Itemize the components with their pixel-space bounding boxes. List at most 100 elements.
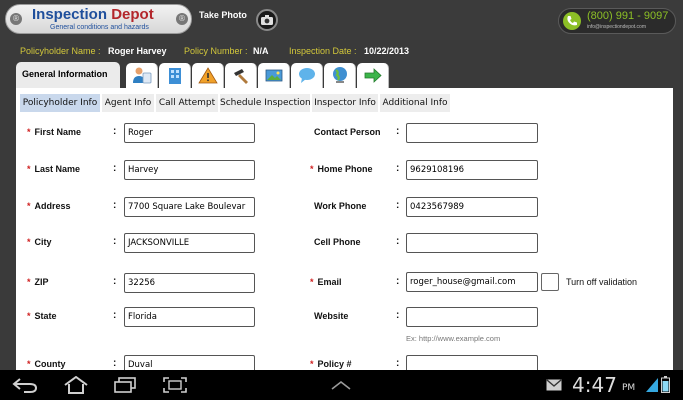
- tab-building[interactable]: [159, 63, 191, 88]
- zip-label: * ZIP: [27, 277, 49, 287]
- tab-chat[interactable]: [291, 63, 323, 88]
- person-icon: [133, 67, 152, 84]
- contact-person-colon: :: [396, 126, 400, 137]
- address-input[interactable]: 7700 Square Lake Boulevar: [124, 197, 255, 217]
- work-phone-label: Work Phone: [314, 201, 367, 211]
- building-icon: [169, 68, 181, 84]
- first-name-label: * First Name: [27, 127, 82, 137]
- state-label: * State: [27, 311, 57, 321]
- take-photo-label: Take Photo: [199, 10, 247, 20]
- zip-colon: :: [113, 276, 117, 287]
- home-phone-label: * Home Phone: [310, 164, 373, 174]
- policyholder-name-value: Roger Harvey: [108, 46, 167, 56]
- website-example-hint: Ex: http://www.example.com: [406, 334, 501, 343]
- home-phone-input[interactable]: 9629108196: [406, 160, 538, 180]
- tab-inspector-info[interactable]: Inspector Info: [312, 94, 378, 112]
- tab-person[interactable]: [126, 63, 158, 88]
- recent-apps-icon[interactable]: [113, 377, 137, 393]
- website-label: Website: [314, 311, 349, 321]
- phone-number: (800) 991 - 9097: [587, 10, 669, 22]
- zip-input[interactable]: 32256: [124, 273, 255, 293]
- contact-person-input[interactable]: [406, 123, 538, 143]
- address-label: * Address: [27, 201, 71, 211]
- county-colon: :: [113, 358, 117, 369]
- contact-person-label: Contact Person: [314, 127, 381, 137]
- policyholder-name-label: Policyholder Name :: [20, 46, 101, 56]
- email-colon: :: [396, 276, 400, 287]
- first-name-input[interactable]: Roger: [124, 123, 255, 143]
- city-colon: :: [113, 236, 117, 247]
- system-clock: 4:47: [572, 373, 617, 397]
- camera-button[interactable]: [256, 9, 278, 31]
- logo-left-badge-icon: ®: [10, 13, 22, 25]
- address-colon: :: [113, 200, 117, 211]
- work-phone-colon: :: [396, 200, 400, 211]
- battery-icon: [661, 376, 670, 393]
- email-label: * Email: [310, 277, 342, 287]
- policy-number-input[interactable]: [406, 355, 538, 370]
- hazard-icon: [198, 67, 218, 84]
- wifi-signal-icon: [646, 378, 658, 392]
- cell-phone-label: Cell Phone: [314, 237, 361, 247]
- website-colon: :: [396, 310, 400, 321]
- policy-number-value: N/A: [253, 46, 269, 56]
- cell-phone-input[interactable]: [406, 233, 538, 253]
- support-contact[interactable]: (800) 991 - 9097 info@inspectiondepot.co…: [558, 8, 676, 34]
- policy-number-field-label: * Policy #: [310, 359, 352, 369]
- inspection-date-value: 10/22/2013: [364, 46, 410, 56]
- tab-general-information[interactable]: General Information: [16, 62, 120, 88]
- cell-phone-colon: :: [396, 236, 400, 247]
- policy-number-colon: :: [396, 358, 400, 369]
- home-phone-colon: :: [396, 163, 400, 174]
- city-input[interactable]: JACKSONVILLE: [124, 233, 255, 253]
- logo-title: Inspection Depot: [32, 6, 154, 23]
- tab-next[interactable]: [357, 63, 389, 88]
- city-label: * City: [27, 237, 52, 247]
- support-email: info@inspectiondepot.com: [587, 24, 646, 30]
- tab-photo[interactable]: [258, 63, 290, 88]
- email-input[interactable]: roger_house@gmail.com: [406, 272, 538, 292]
- work-phone-input[interactable]: 0423567989: [406, 197, 538, 217]
- screenshot-icon[interactable]: [163, 377, 187, 393]
- app-header: ® Inspection Depot General conditions an…: [0, 0, 683, 40]
- last-name-label: * Last Name: [27, 164, 81, 174]
- tab-globe[interactable]: [324, 63, 356, 88]
- first-name-colon: :: [113, 126, 117, 137]
- logo-right-badge-icon: ®: [176, 13, 188, 25]
- home-icon[interactable]: [63, 376, 89, 394]
- camera-icon: [261, 15, 273, 25]
- county-input[interactable]: Duval: [124, 355, 255, 370]
- tab-additional-info[interactable]: Additional Info: [380, 94, 450, 112]
- last-name-colon: :: [113, 163, 117, 174]
- chat-icon: [299, 68, 315, 83]
- website-input[interactable]: [406, 307, 538, 327]
- phone-icon: [563, 12, 581, 30]
- inspection-date-label: Inspection Date :: [289, 46, 357, 56]
- county-label: * County: [27, 359, 66, 369]
- policy-info-bar: Policyholder Name : Roger Harvey Policy …: [0, 40, 683, 62]
- state-colon: :: [113, 310, 117, 321]
- tab-schedule-inspection[interactable]: Schedule Inspection: [220, 94, 311, 112]
- arrow-right-icon: [364, 68, 382, 83]
- logo-subtitle: General conditions and hazards: [50, 24, 149, 31]
- system-nav-bar: 4:47 PM: [0, 370, 683, 400]
- globe-icon: [333, 67, 347, 83]
- turn-off-validation-label: Turn off validation: [566, 277, 638, 287]
- last-name-input[interactable]: Harvey: [124, 160, 255, 180]
- gmail-notification-icon[interactable]: [546, 379, 562, 391]
- app-window: ® Inspection Depot General conditions an…: [0, 0, 683, 370]
- system-clock-ampm: PM: [622, 383, 636, 393]
- state-select[interactable]: Florida: [124, 307, 255, 327]
- photo-icon: [265, 69, 283, 82]
- chevron-up-icon[interactable]: [330, 379, 352, 391]
- back-icon[interactable]: [12, 377, 38, 393]
- tab-policyholder-info[interactable]: Policyholder Info: [20, 94, 100, 112]
- hammer-icon: [234, 69, 248, 84]
- tab-call-attempt[interactable]: Call Attempt: [156, 94, 218, 112]
- policy-number-label: Policy Number :: [184, 46, 248, 56]
- tab-agent-info[interactable]: Agent Info: [102, 94, 154, 112]
- turn-off-validation-checkbox[interactable]: [541, 273, 559, 291]
- tab-hammer[interactable]: [225, 63, 257, 88]
- inspection-depot-logo: ® Inspection Depot General conditions an…: [5, 4, 192, 34]
- tab-hazard[interactable]: [192, 63, 224, 88]
